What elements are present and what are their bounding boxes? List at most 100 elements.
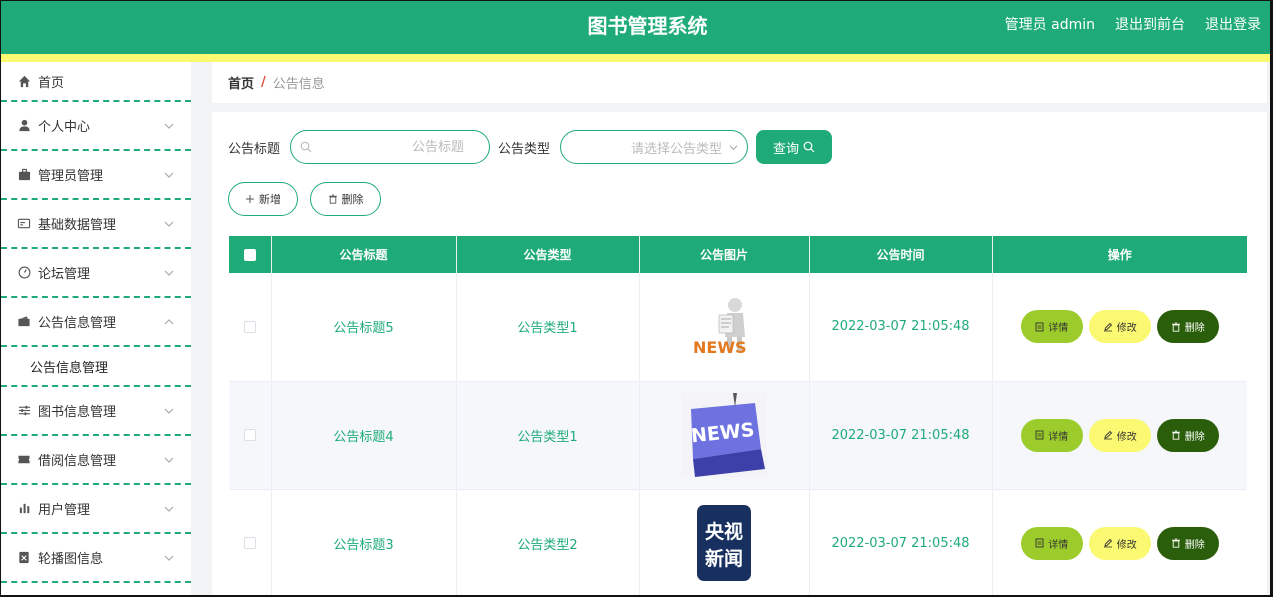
add-button[interactable]: 新增 xyxy=(228,182,298,216)
edit-button-label: 修改 xyxy=(1116,539,1137,551)
notice-image-cell: NEWS xyxy=(639,273,810,382)
breadcrumb-home[interactable]: 首页 xyxy=(228,73,254,92)
notice-type-cell: 公告类型1 xyxy=(456,381,640,490)
wallet-icon xyxy=(17,315,31,329)
notice-time-cell: 2022-03-07 21:05:48 xyxy=(809,273,993,382)
trash-icon xyxy=(1171,430,1180,440)
detail-button[interactable]: 详情 xyxy=(1020,418,1083,452)
home-icon xyxy=(17,74,31,88)
ticket-icon xyxy=(17,453,31,467)
breadcrumb-separator: / xyxy=(261,75,266,90)
delete-button[interactable]: 删除 xyxy=(1156,526,1219,560)
select-all-cell xyxy=(229,236,272,273)
sidebar-subitem-notice-management[interactable]: 公告信息管理 xyxy=(1,347,191,387)
title-search-field xyxy=(290,130,491,164)
logout-link[interactable]: 退出登录 xyxy=(1205,14,1261,34)
select-all-checkbox[interactable] xyxy=(243,249,256,261)
trash-icon xyxy=(328,194,337,204)
column-header[interactable]: 公告类型 xyxy=(456,236,640,273)
pencil-icon xyxy=(1103,430,1112,440)
chevron-down-icon xyxy=(164,408,174,414)
sidebar-item-basic-data[interactable]: 基础数据管理 xyxy=(1,200,191,249)
row-checkbox[interactable] xyxy=(243,429,256,441)
back-to-frontend-link[interactable]: 退出到前台 xyxy=(1115,14,1185,34)
chevron-up-icon xyxy=(164,318,174,324)
sidebar-item-label: 基础数据管理 xyxy=(38,218,117,233)
sidebar-item-label: 公告信息管理 xyxy=(38,316,117,331)
notice-title-cell: 公告标题4 xyxy=(271,381,457,490)
batch-delete-button-label: 删除 xyxy=(341,193,364,206)
news-3d-man-image: NEWS xyxy=(693,297,747,357)
edit-button-label: 修改 xyxy=(1116,323,1137,335)
cctv-top-text: 央视 xyxy=(705,520,743,543)
header-links: 管理员 admin 退出到前台 退出登录 xyxy=(1005,1,1261,47)
batch-delete-button[interactable]: 删除 xyxy=(310,182,381,216)
column-header[interactable]: 公告标题 xyxy=(271,236,457,273)
sidebar-item-user-management[interactable]: 用户管理 xyxy=(1,485,191,534)
chevron-down-icon xyxy=(164,555,174,561)
search-form: 公告标题 公告类型 请选择公告类型 查询 xyxy=(228,130,833,164)
sidebar-item-personal-center[interactable]: 个人中心 xyxy=(1,102,191,151)
card-icon xyxy=(17,217,31,231)
edit-button[interactable]: 修改 xyxy=(1088,418,1151,452)
document-icon xyxy=(1035,430,1044,440)
sidebar-item-forum[interactable]: 论坛管理 xyxy=(1,249,191,298)
query-button-label: 查询 xyxy=(773,141,800,157)
column-header[interactable]: 公告时间 xyxy=(809,236,993,273)
sidebar-item-label: 首页 xyxy=(38,75,65,91)
type-select[interactable]: 请选择公告类型 xyxy=(560,130,749,164)
sidebar: 首页 个人中心 管理员管理 基础数据管理 论坛管理 公告信息管理 公告信息管理 … xyxy=(1,62,191,595)
add-button-label: 新增 xyxy=(259,193,281,206)
search-icon xyxy=(803,141,815,153)
edit-button[interactable]: 修改 xyxy=(1088,526,1151,560)
table-row: 公告标题5 公告类型1 NEWS 2022-03-07 21:05:48 详情 … xyxy=(229,273,1247,382)
sidebar-item-notice-management[interactable]: 公告信息管理 xyxy=(1,298,191,347)
sidebar-item-label: 借阅信息管理 xyxy=(38,454,117,469)
row-checkbox[interactable] xyxy=(243,320,256,333)
news-keyboard-key-image: NEWS xyxy=(681,393,767,477)
row-actions-cell: 详情 修改 删除 xyxy=(992,489,1247,595)
delete-button-label: 删除 xyxy=(1184,323,1205,335)
sidebar-item-admin-management[interactable]: 管理员管理 xyxy=(1,151,191,200)
sidebar-item-book-management[interactable]: 图书信息管理 xyxy=(1,387,191,436)
trash-icon xyxy=(1171,538,1180,548)
plus-icon xyxy=(246,195,254,203)
admin-user-label[interactable]: 管理员 admin xyxy=(1005,14,1095,34)
chevron-down-icon xyxy=(729,145,738,151)
top-header: 图书管理系统 管理员 admin 退出到前台 退出登录 xyxy=(1,1,1270,54)
breadcrumb-current: 公告信息 xyxy=(272,77,325,92)
detail-button-label: 详情 xyxy=(1048,431,1069,443)
news-text: NEWS xyxy=(693,338,747,357)
title-search-input[interactable] xyxy=(291,131,490,163)
notice-table: 公告标题 公告类型 公告图片 公告时间 操作 公告标题5 公告类型1 NEWS … xyxy=(229,236,1247,595)
sidebar-item-label: 论坛管理 xyxy=(38,267,91,282)
column-header: 公告图片 xyxy=(639,236,810,273)
query-button[interactable]: 查询 xyxy=(756,130,833,164)
detail-button[interactable]: 详情 xyxy=(1020,310,1083,344)
notice-title-cell: 公告标题5 xyxy=(271,273,457,382)
table-row: 公告标题3 公告类型2 央视 新闻 2022-03-07 21:05:48 详情… xyxy=(229,489,1247,595)
sidebar-item-home[interactable]: 首页 xyxy=(1,62,191,102)
delete-button[interactable]: 删除 xyxy=(1156,310,1219,344)
notice-type-cell: 公告类型2 xyxy=(456,489,640,595)
bar-chart-icon xyxy=(17,502,31,516)
edit-button[interactable]: 修改 xyxy=(1088,310,1151,344)
row-checkbox[interactable] xyxy=(243,537,256,549)
document-icon xyxy=(1035,538,1044,548)
search-icon xyxy=(300,141,312,153)
app-window: 图书管理系统 管理员 admin 退出到前台 退出登录 首页 个人中心 管理员管 xyxy=(1,1,1270,595)
user-icon xyxy=(17,119,31,133)
sidebar-item-borrow-management[interactable]: 借阅信息管理 xyxy=(1,436,191,485)
detail-button[interactable]: 详情 xyxy=(1020,526,1083,560)
pencil-icon xyxy=(1103,538,1112,548)
type-select-placeholder: 请选择公告类型 xyxy=(631,141,723,157)
compass-icon xyxy=(17,266,31,280)
chevron-down-icon xyxy=(164,172,174,178)
cctv-bottom-text: 新闻 xyxy=(705,547,743,570)
sidebar-item-carousel[interactable]: 轮播图信息 xyxy=(1,534,191,583)
detail-button-label: 详情 xyxy=(1048,539,1069,551)
delete-button[interactable]: 删除 xyxy=(1156,418,1219,452)
pencil-icon xyxy=(1103,322,1112,332)
sliders-icon xyxy=(17,404,31,418)
notice-type-cell: 公告类型1 xyxy=(456,273,640,382)
